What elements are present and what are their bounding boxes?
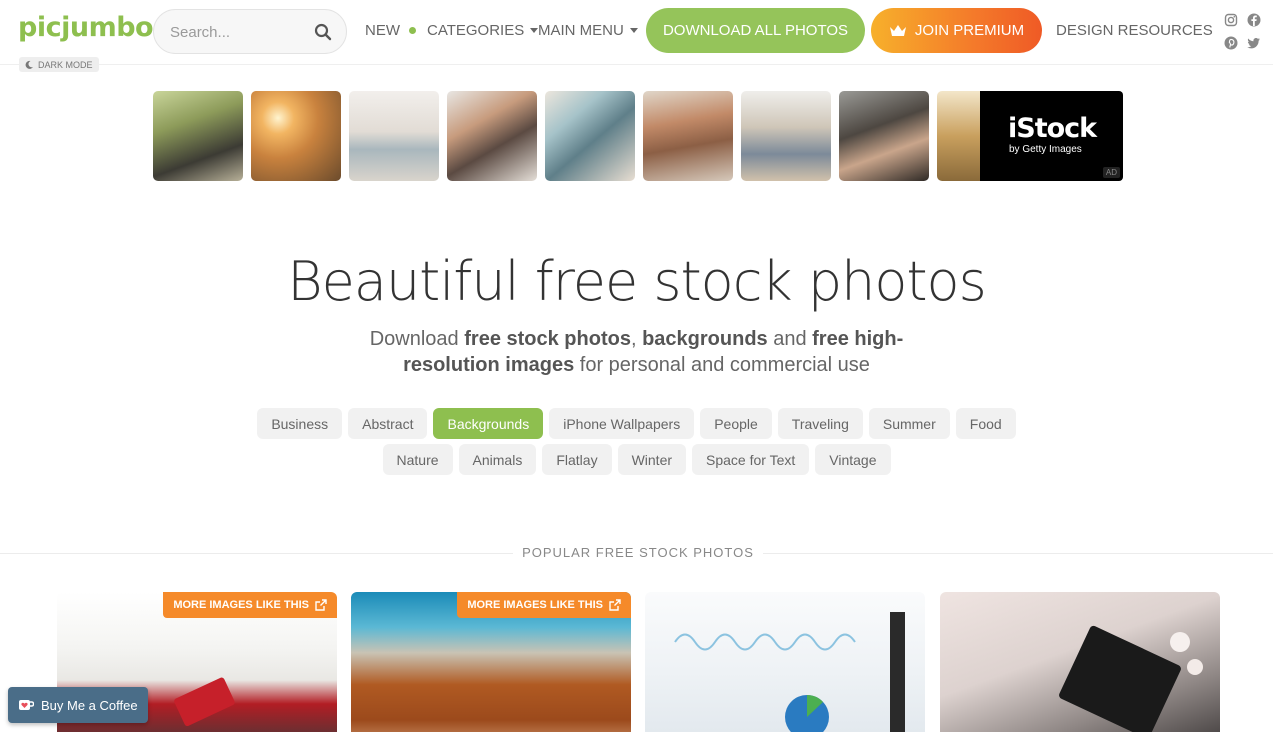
- twitter-icon[interactable]: [1247, 36, 1261, 50]
- strip-photo[interactable]: [643, 91, 733, 181]
- search-box: [153, 9, 347, 54]
- tag-traveling[interactable]: Traveling: [777, 408, 863, 439]
- tag-animals[interactable]: Animals: [458, 444, 537, 475]
- tag-winter[interactable]: Winter: [617, 444, 687, 475]
- tag-iphone-wallpapers[interactable]: iPhone Wallpapers: [549, 408, 695, 439]
- ad-badge: AD: [1102, 167, 1120, 178]
- hero-title: Beautiful free stock photos: [287, 250, 986, 313]
- crown-icon: [889, 24, 906, 36]
- strip-photo[interactable]: [839, 91, 929, 181]
- section-title: POPULAR FREE STOCK PHOTOS: [513, 545, 763, 560]
- card-image-notebook: [174, 677, 235, 727]
- new-dot-icon: [409, 27, 416, 34]
- nav-categories[interactable]: CATEGORIES: [427, 22, 539, 39]
- logo[interactable]: picjumbo: [18, 12, 154, 43]
- istock-sub: by Getty Images: [1009, 144, 1082, 155]
- strip-photo[interactable]: [153, 91, 243, 181]
- buy-me-a-coffee-button[interactable]: Buy Me a Coffee: [8, 687, 148, 723]
- card-image-analytics: [674, 612, 905, 732]
- pinterest-icon[interactable]: [1224, 36, 1238, 50]
- strip-photo[interactable]: [447, 91, 537, 181]
- more-images-label: MORE IMAGES LIKE THIS: [467, 599, 603, 611]
- strip-photo[interactable]: [251, 91, 341, 181]
- nav-categories-label: CATEGORIES: [427, 22, 525, 39]
- design-resources-label: DESIGN RESOURCES: [1056, 22, 1213, 39]
- tag-flatlay[interactable]: Flatlay: [542, 444, 612, 475]
- moon-icon: [25, 60, 33, 69]
- hero-subtitle: Download free stock photos, backgrounds …: [369, 328, 904, 376]
- join-premium-button[interactable]: JOIN PREMIUM: [871, 8, 1042, 53]
- tags-row-2: Nature Animals Flatlay Winter Space for …: [0, 444, 1273, 475]
- nav-new-label: NEW: [365, 22, 400, 39]
- external-link-icon: [609, 599, 621, 611]
- tags-row-1: Business Abstract Backgrounds iPhone Wal…: [0, 408, 1273, 439]
- nav-new[interactable]: NEW: [365, 22, 416, 39]
- photo-card[interactable]: [940, 592, 1220, 732]
- strip-photo[interactable]: [545, 91, 635, 181]
- tag-food[interactable]: Food: [955, 408, 1016, 439]
- tag-people[interactable]: People: [700, 408, 772, 439]
- strip-photo[interactable]: [349, 91, 439, 181]
- tag-backgrounds[interactable]: Backgrounds: [433, 408, 544, 439]
- more-images-link[interactable]: MORE IMAGES LIKE THIS: [457, 592, 631, 618]
- strip-photo[interactable]: [937, 91, 980, 181]
- join-premium-label: JOIN PREMIUM: [914, 22, 1025, 39]
- nav-main-menu[interactable]: MAIN MENU: [538, 22, 638, 39]
- chevron-down-icon: [629, 28, 638, 33]
- istock-logo: iStock: [1008, 113, 1097, 144]
- card-image-laptop: [1059, 625, 1203, 732]
- dark-mode-label: DARK MODE: [38, 59, 93, 70]
- more-images-link[interactable]: MORE IMAGES LIKE THIS: [163, 592, 337, 618]
- download-all-button[interactable]: DOWNLOAD ALL PHOTOS: [646, 8, 865, 53]
- site-header: picjumbo DARK MODE NEW CATEGORIES MAIN M…: [0, 0, 1273, 72]
- strip-photo[interactable]: [741, 91, 831, 181]
- facebook-icon[interactable]: [1247, 13, 1261, 27]
- istock-ad[interactable]: iStock by Getty Images AD: [980, 91, 1123, 181]
- external-link-icon: [315, 599, 327, 611]
- photo-card[interactable]: MORE IMAGES LIKE THIS: [351, 592, 631, 732]
- tag-space-for-text[interactable]: Space for Text: [692, 444, 810, 475]
- tag-summer[interactable]: Summer: [868, 408, 950, 439]
- search-input[interactable]: [170, 22, 310, 42]
- nav-main-menu-label: MAIN MENU: [538, 22, 624, 39]
- tag-nature[interactable]: Nature: [382, 444, 453, 475]
- dark-mode-toggle[interactable]: DARK MODE: [19, 57, 99, 72]
- tag-business[interactable]: Business: [257, 408, 343, 439]
- tag-abstract[interactable]: Abstract: [348, 408, 428, 439]
- nav-design-resources[interactable]: DESIGN RESOURCES: [1056, 22, 1213, 39]
- coffee-heart-icon: [19, 700, 34, 710]
- photo-card[interactable]: [645, 592, 925, 732]
- more-images-label: MORE IMAGES LIKE THIS: [173, 599, 309, 611]
- tag-vintage[interactable]: Vintage: [815, 444, 891, 475]
- instagram-icon[interactable]: [1224, 13, 1238, 27]
- search-icon[interactable]: [314, 23, 332, 41]
- buy-me-a-coffee-label: Buy Me a Coffee: [41, 697, 138, 713]
